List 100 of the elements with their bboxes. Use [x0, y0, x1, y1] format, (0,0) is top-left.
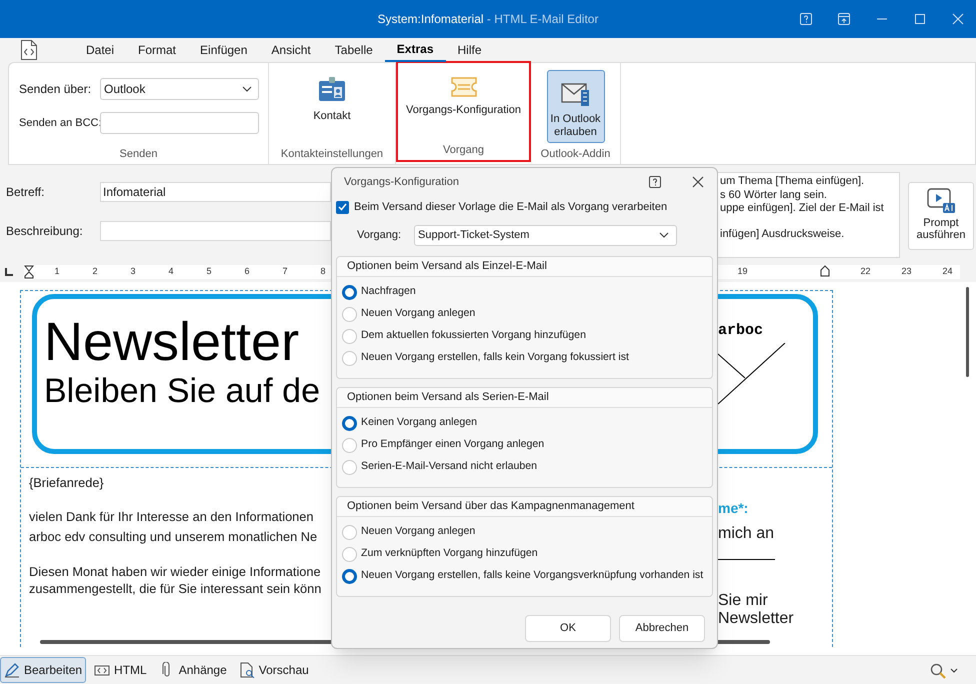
editor-tab[interactable]: Vorschau — [234, 657, 313, 683]
body-text-line: Diesen Monat haben wir wieder einige Informatione — [29, 563, 322, 580]
banner-title: Newsletter — [44, 313, 300, 371]
field-label: Senden über: — [19, 81, 92, 98]
radio-button[interactable] — [342, 546, 357, 562]
group-label: Senden — [120, 146, 158, 162]
radio-label: Neuen Vorgang anlegen — [361, 524, 476, 540]
banner-subtitle: Bleiben Sie auf de — [44, 371, 320, 411]
tab-stop-icon — [4, 267, 14, 277]
play-ai-icon — [926, 187, 956, 215]
window-title: System:Infomaterial — [378, 11, 484, 28]
group-title: Optionen beim Versand über das Kampagnenmanagement — [347, 499, 634, 514]
ruler-number: 2 — [92, 265, 98, 278]
dialog-button[interactable]: Abbrechen — [619, 615, 705, 642]
radio-button[interactable] — [342, 524, 357, 540]
chevron-down-icon — [659, 232, 669, 238]
group-title: Optionen beim Versand als Serien-E-Mail — [347, 390, 549, 406]
bcc-input-field[interactable] — [100, 112, 259, 134]
radio-button[interactable] — [342, 328, 357, 344]
process-config-button[interactable]: Vorgangs-Konfiguration — [401, 66, 526, 136]
prompt-text-line: um Thema [Thema einfügen]. — [720, 175, 866, 188]
prompt-text-line: infügen] Ausdrucksweise. — [720, 228, 846, 241]
radio-button[interactable] — [342, 306, 357, 322]
menu-tab[interactable]: Tabelle — [322, 38, 385, 62]
logo-text: arboc — [718, 322, 764, 340]
body-text-line: vielen Dank für Ihr Interesse an den Informationen — [29, 508, 315, 526]
process-dropdown[interactable]: Support-Ticket-System — [414, 224, 677, 246]
help-icon — [649, 176, 661, 188]
checkbox[interactable] — [336, 200, 349, 214]
send-via-dropdown[interactable]: Outlook — [100, 78, 259, 100]
pin-window-icon — [838, 13, 850, 25]
body-text-line: {Briefanrede} — [29, 474, 105, 491]
form-label: me*: — [718, 499, 750, 517]
prompt-text-line: s 60 Wörter lang sein. — [720, 188, 828, 202]
menu-tab[interactable]: Datei — [74, 38, 126, 62]
radio-label: Dem aktuellen fokussierten Vorgang hinzufügen — [361, 328, 586, 344]
search-icon — [930, 663, 946, 679]
editor-tab[interactable]: Anhänge — [154, 657, 231, 683]
radio-label: Zum verknüpften Vorgang hinzufügen — [361, 546, 538, 562]
body-text-line: Newsletter — [718, 610, 795, 628]
body-text-line: zusammengestellt, die für Sie interessant sein könn — [29, 580, 322, 597]
group-title: Optionen beim Versand als Einzel-E-Mail — [347, 259, 547, 274]
prompt-run-button[interactable]: Prompt ausführen — [908, 182, 974, 250]
menu-tab[interactable]: Einfügen — [188, 38, 260, 62]
window-subtitle: - HTML E-Mail Editor — [486, 11, 598, 28]
radio-button[interactable] — [342, 350, 357, 366]
ruler-number: 5 — [206, 265, 212, 278]
radio-label: Pro Empfänger einen Vorgang anlegen — [361, 437, 544, 452]
ruler-number: 6 — [244, 265, 250, 278]
radio-button[interactable] — [342, 568, 357, 584]
menu-tab[interactable]: Hilfe — [446, 38, 494, 62]
close-icon — [952, 13, 964, 25]
editor-tab[interactable]: Bearbeiten — [0, 657, 86, 683]
radio-label: Neuen Vorgang erstellen, falls keine Vorgangsverknüpfung vorhanden ist — [361, 568, 704, 584]
chevron-down-icon — [242, 86, 252, 92]
ruler-number: 7 — [282, 265, 288, 278]
ruler-number: 8 — [320, 265, 326, 278]
field-label: Vorgang: — [357, 228, 402, 243]
radio-label: Nachfragen — [361, 284, 416, 300]
prompt-text-area[interactable]: um Thema [Thema einfügen]. s 60 Wörter lang sein. uppe einfügen]. Ziel der E-Mail ist infügen] Ausdrucksweise. — [716, 172, 900, 258]
subject-input-field[interactable]: Infomaterial — [100, 182, 331, 202]
envelope-list-icon — [560, 81, 590, 107]
ruler-number: 24 — [942, 265, 952, 278]
group-label: Kontakteinstellungen — [280, 146, 384, 162]
radio-button[interactable] — [342, 460, 357, 474]
radio-label: Neuen Vorgang erstellen, falls kein Vorgang fokussiert ist — [361, 350, 629, 366]
outlook-allow-button[interactable]: In Outlook erlauben — [546, 70, 604, 143]
close-icon — [692, 176, 704, 188]
radio-button[interactable] — [342, 416, 357, 430]
body-text-line: mich an — [718, 525, 776, 543]
description-input-field[interactable] — [100, 221, 331, 241]
menu-tab[interactable]: Format — [126, 38, 188, 62]
radio-button[interactable] — [342, 438, 357, 452]
radio-button[interactable] — [342, 284, 357, 300]
ruler-number: 4 — [168, 265, 174, 278]
editor-tab[interactable]: HTML — [90, 657, 151, 683]
field-label: Senden an BCC: — [19, 116, 100, 131]
group-label: Outlook-Addin — [540, 146, 610, 162]
contact-button[interactable]: Kontakt — [287, 66, 377, 136]
dialog-button[interactable]: OK — [525, 615, 611, 642]
ruler-number: 19 — [737, 265, 748, 278]
radio-label: Serien-E-Mail-Versand nicht erlauben — [361, 459, 538, 474]
maximize-icon — [914, 13, 926, 25]
ticket-icon — [448, 76, 478, 98]
field-label: Beschreibung: — [6, 223, 84, 240]
help-icon — [800, 13, 812, 25]
ruler-number: 3 — [130, 265, 136, 278]
radio-label: Keinen Vorgang anlegen — [361, 415, 478, 430]
document-search-icon — [238, 662, 255, 678]
ruler-number: 22 — [860, 265, 870, 278]
close-button[interactable] — [691, 175, 705, 189]
pencil-icon — [4, 662, 20, 678]
body-text-line: arboc edv consulting und unserem monatlichen Ne — [29, 528, 318, 546]
group-label: Vorgang — [443, 142, 484, 158]
contact-card-icon — [318, 76, 346, 104]
body-text-line: Sie mir — [718, 592, 769, 610]
menu-tab[interactable]: Ansicht — [259, 38, 323, 62]
fill-in-line — [718, 559, 775, 560]
chevron-down-icon — [950, 668, 958, 674]
dialog-title: Vorgangs-Konfiguration — [344, 174, 459, 190]
